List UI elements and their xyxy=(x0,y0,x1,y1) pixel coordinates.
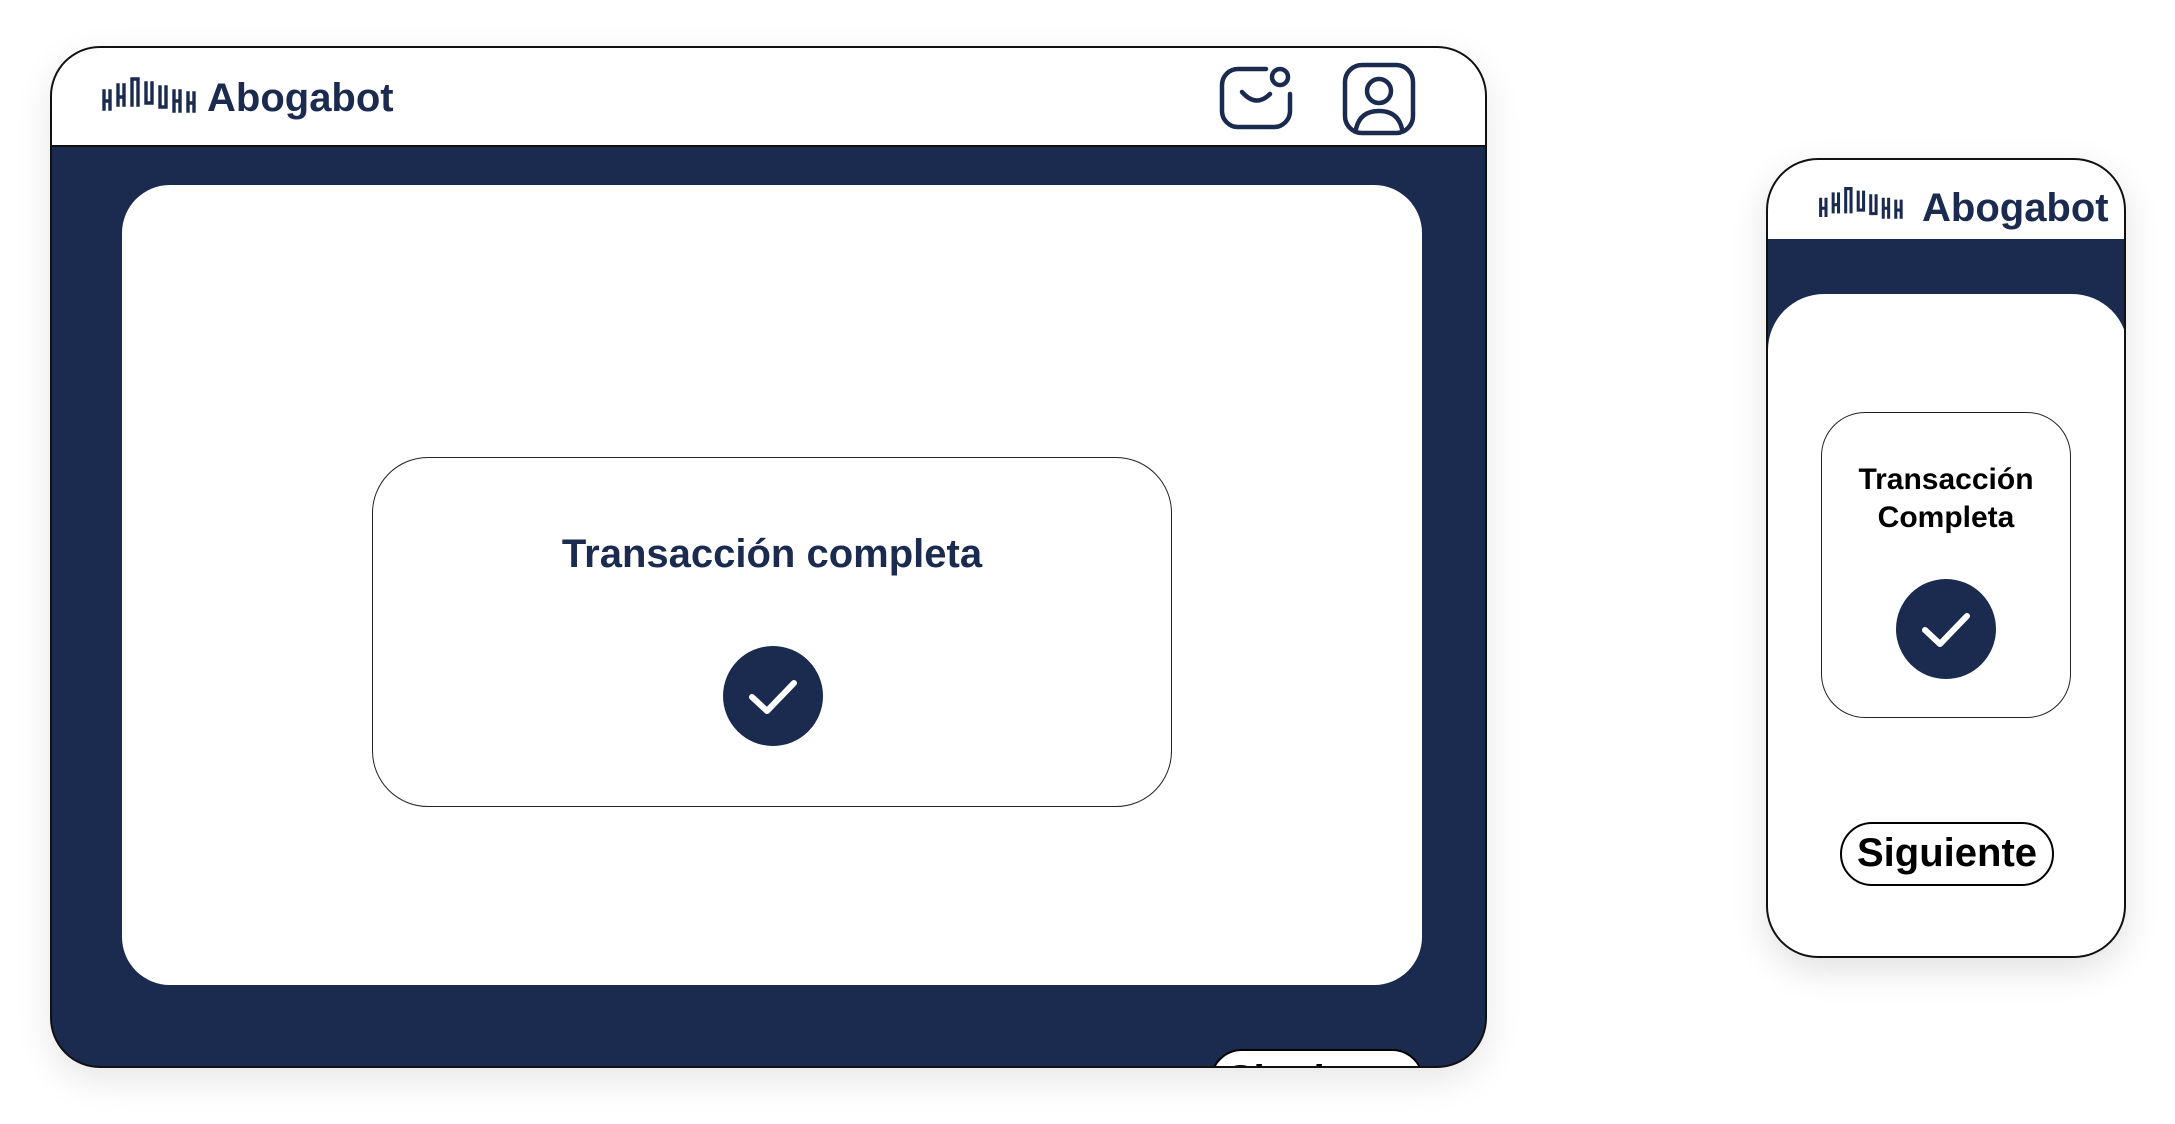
desktop-content-panel: Transacción completa Siguiente xyxy=(122,185,1424,1066)
brand-name: Abogabot xyxy=(1922,186,2109,230)
mobile-window: Abogabot Transacción Completa Siguiente xyxy=(1766,158,2126,958)
desktop-window: Abogabot Transacción completa Siguiente xyxy=(50,46,1487,1068)
transaction-title: Transacción Completa xyxy=(1822,461,2070,537)
mail-notification-icon[interactable] xyxy=(1218,64,1294,132)
transaction-status-card: Transacción completa xyxy=(372,457,1172,807)
transaction-title-line2: Completa xyxy=(1877,501,2015,534)
checkmark-icon xyxy=(723,646,823,746)
logo-icon xyxy=(1819,187,1903,219)
brand-name: Abogabot xyxy=(207,76,394,120)
checkmark-icon xyxy=(1896,579,1996,679)
transaction-title-line1: Transacción xyxy=(1858,463,2034,496)
next-button[interactable]: Siguiente xyxy=(1210,1049,1424,1066)
transaction-title: Transacción completa xyxy=(561,532,983,576)
logo-icon xyxy=(102,77,196,113)
desktop-header: Abogabot xyxy=(52,48,1485,147)
mobile-header: Abogabot xyxy=(1768,160,2124,239)
user-profile-icon[interactable] xyxy=(1342,62,1416,136)
next-button[interactable]: Siguiente xyxy=(1840,822,2054,886)
transaction-status-card: Transacción Completa xyxy=(1821,412,2071,718)
